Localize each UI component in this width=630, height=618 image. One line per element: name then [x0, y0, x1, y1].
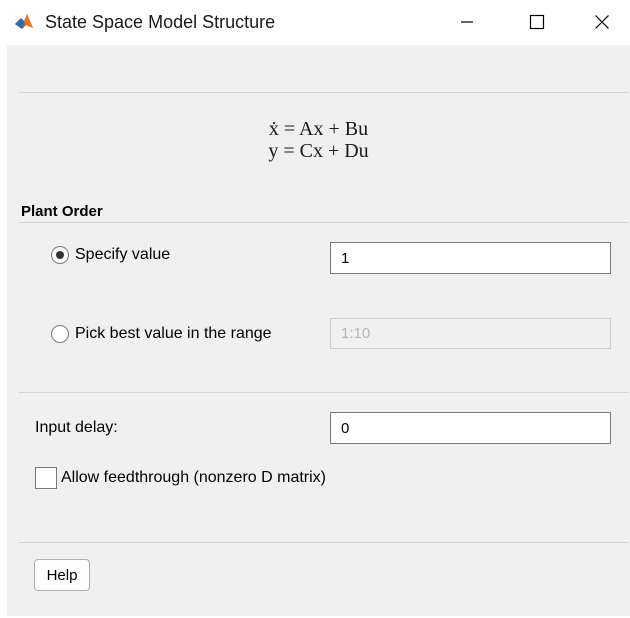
dialog-body: ẋ = Ax + Bu y = Cx + Du Plant Order Spec…	[7, 45, 630, 616]
input-delay-label: Input delay:	[35, 419, 118, 436]
help-button[interactable]: Help	[34, 559, 90, 591]
state-space-model-structure-window: State Space Model Structure ẋ = Ax + Bu	[0, 0, 630, 618]
title-bar[interactable]: State Space Model Structure	[0, 0, 630, 45]
middle-divider	[19, 392, 628, 393]
plant-order-range-field[interactable]: 1:10	[330, 318, 611, 349]
maximize-icon	[529, 14, 545, 30]
bottom-divider	[19, 542, 628, 543]
pick-best-value-option[interactable]: Pick best value in the range	[51, 325, 272, 343]
state-space-equation: ẋ = Ax + Bu y = Cx + Du	[7, 118, 630, 162]
allow-feedthrough-checkbox[interactable]	[35, 467, 57, 489]
specify-value-radio[interactable]	[51, 246, 69, 264]
pick-best-value-radio[interactable]	[51, 325, 69, 343]
output-equation: y = Cx + Du	[268, 140, 369, 162]
top-divider	[19, 92, 628, 93]
minimize-button[interactable]	[444, 0, 490, 44]
plant-order-divider	[19, 222, 628, 223]
matlab-icon	[14, 12, 34, 32]
close-button[interactable]	[579, 0, 625, 44]
minimize-icon	[460, 15, 474, 29]
input-delay-field[interactable]: 0	[330, 412, 611, 444]
maximize-button[interactable]	[514, 0, 560, 44]
state-equation: ẋ = Ax + Bu	[268, 118, 369, 140]
pick-best-value-label: Pick best value in the range	[75, 325, 272, 342]
plant-order-heading: Plant Order	[21, 203, 103, 220]
radio-selected-dot	[56, 251, 64, 259]
specify-value-label: Specify value	[75, 246, 171, 263]
window-title: State Space Model Structure	[45, 12, 276, 32]
specify-value-option[interactable]: Specify value	[51, 246, 170, 264]
close-icon	[594, 14, 610, 30]
plant-order-value-field[interactable]: 1	[330, 242, 611, 274]
allow-feedthrough-label: Allow feedthrough (nonzero D matrix)	[61, 469, 327, 486]
allow-feedthrough-option[interactable]: Allow feedthrough (nonzero D matrix)	[35, 467, 326, 489]
